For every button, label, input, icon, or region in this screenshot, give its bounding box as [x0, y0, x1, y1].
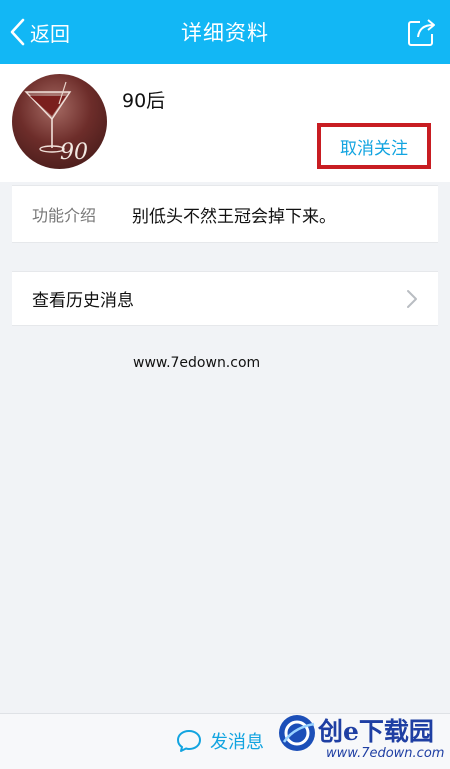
globe-logo-icon — [279, 715, 315, 751]
title-bar: 返回 详细资料 — [0, 0, 450, 64]
site-logo-text: 创e下载园 — [318, 717, 434, 746]
profile-nickname: 90后 — [122, 90, 166, 112]
intro-label: 功能介绍 — [32, 206, 97, 225]
avatar-text: 90 — [60, 140, 88, 165]
chevron-right-icon — [407, 289, 417, 308]
site-logo-url: www.7edown.com — [326, 746, 445, 761]
chevron-left-icon — [10, 18, 25, 46]
history-label: 查看历史消息 — [32, 291, 134, 311]
avatar[interactable]: 90 — [12, 74, 107, 169]
unfollow-button[interactable]: 取消关注 — [317, 123, 431, 169]
intro-value: 别低头不然王冠会掉下来。 — [132, 206, 336, 227]
watermark-text: www.7edown.com — [133, 355, 261, 371]
share-icon[interactable] — [406, 16, 438, 48]
site-watermark-logo: 创e下载园 www.7edown.com — [232, 690, 450, 769]
chat-bubble-icon — [177, 730, 201, 752]
history-messages-item[interactable]: 查看历史消息 — [12, 271, 438, 326]
intro-row: 功能介绍 别低头不然王冠会掉下来。 — [12, 185, 438, 243]
unfollow-label: 取消关注 — [340, 138, 408, 159]
back-label: 返回 — [30, 21, 70, 46]
page-title: 详细资料 — [181, 21, 269, 45]
back-button[interactable]: 返回 — [8, 0, 70, 64]
